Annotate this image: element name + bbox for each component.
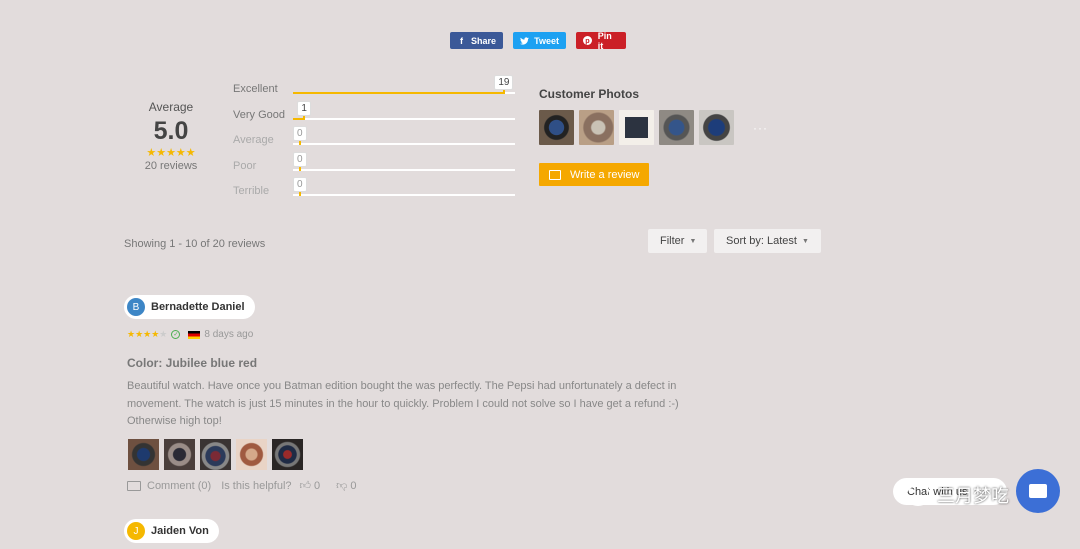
rating-bar-count: 19 bbox=[494, 75, 514, 94]
average-label: Average bbox=[148, 100, 194, 114]
chat-label: Chat with us bbox=[907, 485, 968, 498]
average-stars: ★★★★★ bbox=[146, 147, 196, 159]
rating-bar-label: Very Good bbox=[233, 108, 285, 121]
rating-bar-excellent[interactable]: Excellent 19 bbox=[233, 75, 515, 101]
rating-bar-poor[interactable]: Poor 0 bbox=[233, 151, 515, 178]
review-count: 20 reviews bbox=[144, 160, 198, 172]
sort-label: Sort by: Latest bbox=[726, 235, 797, 247]
customer-photo[interactable] bbox=[659, 110, 694, 145]
facebook-share-button[interactable]: f Share bbox=[450, 32, 503, 49]
review-actions: Comment (0) Is this helpful? 👍︎ 0 👎︎ 0 bbox=[127, 479, 356, 492]
customer-photo[interactable] bbox=[619, 110, 654, 145]
helpful-prompt: Is this helpful? bbox=[221, 479, 292, 492]
reviewer-badge: J Jaiden Von bbox=[124, 519, 219, 543]
customer-photo[interactable] bbox=[539, 110, 574, 145]
svg-text:p: p bbox=[586, 36, 591, 45]
review-title: Color: Jubilee blue red bbox=[127, 356, 258, 370]
verified-check-icon: ✓ bbox=[171, 330, 181, 339]
rating-bar-label: Excellent bbox=[233, 83, 278, 95]
thumbs-down-icon[interactable]: 👎︎ bbox=[336, 479, 347, 492]
twitter-tweet-button[interactable]: Tweet bbox=[513, 32, 566, 49]
avatar: J bbox=[127, 522, 145, 540]
more-photos-indicator[interactable]: ··· bbox=[753, 121, 768, 135]
chevron-down-icon: ▼ bbox=[689, 237, 697, 245]
share-bar: f Share Tweet p Pin it bbox=[0, 30, 1080, 51]
reviewer-badge: B Bernadette Daniel bbox=[124, 295, 255, 319]
rating-bar-track: 19 bbox=[293, 75, 515, 94]
thumbs-up-icon[interactable]: 👍︎ bbox=[300, 479, 312, 492]
showing-count: Showing 1 - 10 of 20 reviews bbox=[124, 238, 266, 250]
rating-distribution: Excellent 19 Very Good 1 Average 0 Poor … bbox=[233, 75, 515, 203]
write-review-button[interactable]: Write a review bbox=[539, 163, 649, 186]
review-time: 8 days ago bbox=[204, 329, 254, 340]
rating-bar-track: 0 bbox=[293, 126, 515, 146]
pinterest-pin-label: Pin it bbox=[597, 30, 612, 51]
review-stars-empty: ★ bbox=[159, 329, 168, 339]
rating-bar-track: 0 bbox=[293, 151, 515, 171]
rating-bar-label: Average bbox=[233, 134, 274, 147]
customer-photo[interactable] bbox=[699, 110, 734, 145]
rating-bar-label: Terrible bbox=[233, 185, 270, 198]
chevron-down-icon: ▼ bbox=[801, 237, 809, 245]
facebook-share-label: Share bbox=[470, 35, 496, 46]
reviewer-name: Bernadette Daniel bbox=[151, 301, 245, 313]
likes-count: 0 bbox=[314, 479, 321, 492]
filter-label: Filter bbox=[660, 235, 685, 247]
review-photos bbox=[128, 439, 303, 470]
twitter-tweet-label: Tweet bbox=[534, 35, 559, 46]
dislikes-count: 0 bbox=[350, 479, 357, 492]
edit-icon bbox=[549, 169, 561, 180]
write-review-label: Write a review bbox=[570, 168, 640, 181]
customer-photos-block: Customer Photos ··· Write a review bbox=[539, 87, 768, 186]
rating-bar-label: Poor bbox=[233, 159, 257, 172]
chat-bubble-icon bbox=[1029, 484, 1047, 498]
rating-bar-average[interactable]: Average 0 bbox=[233, 126, 515, 152]
twitter-icon bbox=[520, 36, 530, 46]
rating-bar-track: 1 bbox=[293, 100, 515, 120]
average-rating-block: Average 5.0 ★★★★★ 20 reviews bbox=[141, 100, 201, 172]
rating-bar-count: 0 bbox=[293, 151, 307, 171]
review-stars-filled: ★★★★ bbox=[127, 329, 160, 339]
rating-bar-count: 1 bbox=[297, 100, 311, 120]
rating-bar-very-good[interactable]: Very Good 1 bbox=[233, 100, 515, 127]
facebook-icon: f bbox=[459, 35, 463, 46]
rating-bar-fill bbox=[293, 92, 504, 94]
chat-launcher-button[interactable] bbox=[1016, 469, 1060, 513]
chat-with-us-pill[interactable]: Chat with us bbox=[893, 478, 1007, 505]
customer-photos-title: Customer Photos bbox=[539, 87, 640, 101]
customer-photos-row: ··· bbox=[539, 110, 768, 145]
avatar: B bbox=[127, 298, 145, 316]
comment-link[interactable]: Comment (0) bbox=[147, 480, 211, 492]
rating-bar-terrible[interactable]: Terrible 0 bbox=[233, 177, 515, 203]
comment-icon bbox=[127, 480, 141, 491]
sort-dropdown[interactable]: Sort by: Latest ▼ bbox=[714, 229, 821, 253]
pinterest-pin-button[interactable]: p Pin it bbox=[576, 30, 626, 51]
review-photo[interactable] bbox=[200, 439, 231, 470]
review-stars: ★★★★★ bbox=[127, 329, 167, 340]
review-photo[interactable] bbox=[164, 439, 195, 470]
rating-bar-count: 0 bbox=[293, 177, 307, 197]
review-photo[interactable] bbox=[272, 439, 303, 470]
rating-bar-count: 0 bbox=[293, 126, 307, 146]
review-body: Beautiful watch. Have once you Batman ed… bbox=[127, 380, 679, 427]
reviewer-name: Jaiden Von bbox=[151, 525, 209, 537]
rating-bar-track: 0 bbox=[293, 177, 515, 197]
average-score: 5.0 bbox=[153, 117, 189, 145]
review-photo[interactable] bbox=[236, 439, 267, 470]
filter-dropdown[interactable]: Filter ▼ bbox=[648, 229, 707, 253]
review-meta: ★★★★★ ✓ 8 days ago bbox=[127, 329, 253, 340]
pinterest-icon: p bbox=[583, 36, 593, 46]
germany-flag-icon bbox=[188, 330, 201, 339]
customer-photo[interactable] bbox=[579, 110, 614, 145]
review-photo[interactable] bbox=[128, 439, 159, 470]
